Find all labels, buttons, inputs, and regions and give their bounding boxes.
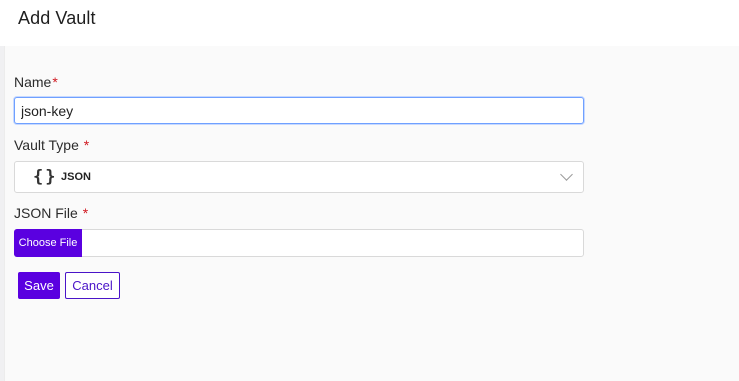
json-file-label-row: JSON File * [14, 205, 88, 221]
vault-type-label: Vault Type [14, 137, 79, 153]
save-button[interactable]: Save [18, 272, 60, 299]
required-asterisk: * [83, 137, 90, 153]
curly-braces-icon: {} [33, 167, 58, 187]
name-label: Name [14, 74, 52, 90]
dialog-header: Add Vault [0, 0, 739, 46]
json-file-input[interactable]: Choose File [14, 229, 584, 257]
cancel-button[interactable]: Cancel [65, 272, 120, 299]
vault-type-label-row: Vault Type * [14, 137, 89, 153]
required-asterisk: * [52, 74, 58, 90]
name-input[interactable] [14, 97, 584, 124]
page-title: Add Vault [18, 8, 96, 28]
choose-file-button[interactable]: Choose File [14, 229, 82, 257]
vault-type-select[interactable]: {} JSON [14, 161, 584, 193]
required-asterisk: * [82, 205, 89, 221]
chevron-down-icon [560, 168, 573, 181]
name-label-row: Name* [14, 74, 58, 90]
vault-type-selected-value: JSON [61, 171, 91, 183]
json-file-label: JSON File [14, 205, 78, 221]
